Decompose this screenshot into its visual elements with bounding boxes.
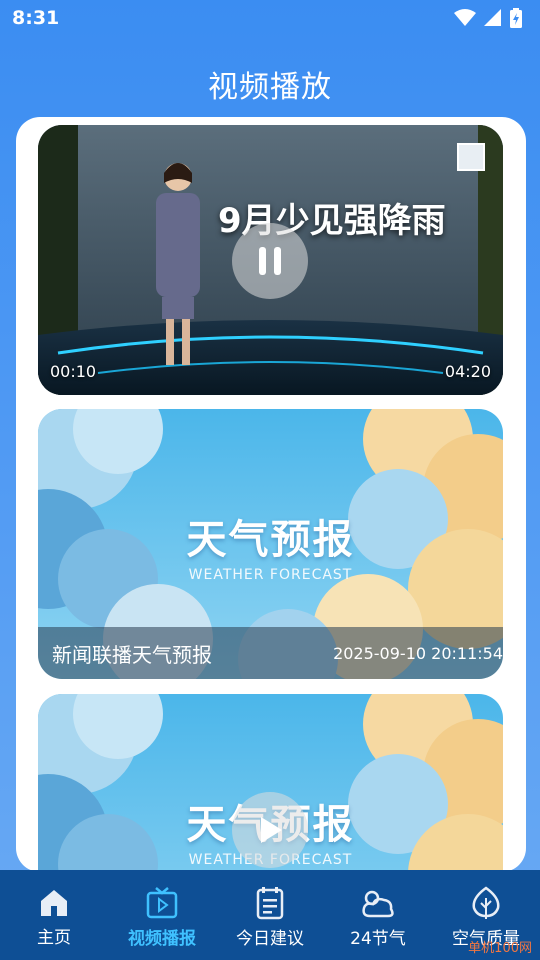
- leaf-icon: [472, 885, 500, 919]
- video-player-2[interactable]: 天气预报 WEATHER FORECAST 新闻联播天气预报 2025-09-1…: [38, 409, 503, 679]
- battery-icon: [510, 8, 522, 28]
- page-title: 视频播放: [208, 70, 332, 105]
- current-time: 00:10: [50, 362, 97, 381]
- duration: 04:20: [444, 362, 491, 381]
- tab-label: 视频播报: [128, 928, 196, 949]
- status-icons: [454, 8, 522, 28]
- forecast-subtitle: WEATHER FORECAST: [188, 567, 353, 583]
- forecast-title: 天气预报: [186, 517, 355, 563]
- notes-icon: [256, 886, 284, 919]
- qr-code: [457, 143, 485, 171]
- watermark: 单机100网: [468, 941, 532, 956]
- play-icon: [261, 817, 282, 843]
- signal-icon: [484, 9, 501, 26]
- tab-label: 今日建议: [236, 928, 304, 949]
- bottom-tab-bar: 主页 视频播报 今日建议 24节气 空气质量 单机100网: [0, 870, 540, 960]
- tab-video[interactable]: 视频播报: [108, 882, 216, 949]
- status-bar: 8:31: [0, 0, 540, 36]
- tab-home[interactable]: 主页: [0, 883, 108, 948]
- video-caption: 新闻联播天气预报 2025-09-10 20:11:54: [38, 627, 503, 679]
- video-date: 2025-09-10 20:11:54: [333, 643, 503, 663]
- tab-suggestions[interactable]: 今日建议: [216, 882, 324, 949]
- status-time: 8:31: [12, 7, 60, 29]
- tv-icon: [146, 886, 178, 918]
- video-title: 新闻联播天气预报: [52, 642, 212, 667]
- pause-icon: [259, 247, 281, 275]
- video-player-1[interactable]: 9月少见强降雨 00:10 04:20: [38, 125, 503, 395]
- home-icon: [41, 889, 67, 916]
- pause-button[interactable]: [232, 223, 308, 299]
- video-player-3[interactable]: 天气预报 WEATHER FORECAST: [38, 694, 503, 872]
- tab-solar-terms[interactable]: 24节气: [324, 882, 432, 949]
- tab-label: 24节气: [350, 928, 406, 949]
- video-list-card[interactable]: 9月少见强降雨 00:10 04:20 天气预报 WEATHER FORECAS…: [16, 117, 526, 872]
- tab-label: 主页: [37, 927, 71, 948]
- play-button[interactable]: [232, 792, 308, 868]
- cloud-sun-icon: [362, 890, 394, 917]
- wifi-icon: [454, 9, 476, 26]
